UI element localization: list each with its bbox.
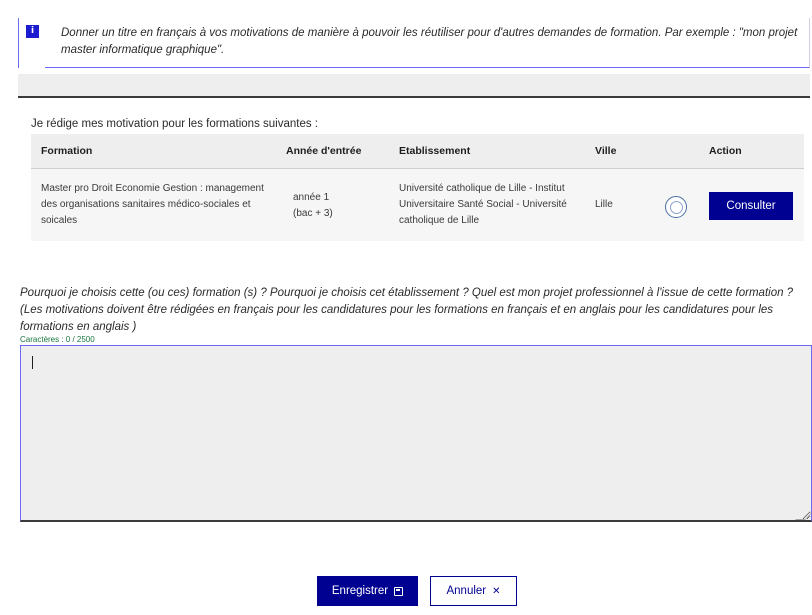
cancel-button[interactable]: Annuler ✕ — [430, 576, 517, 606]
column-header-ville: Ville — [595, 145, 617, 157]
university-seal-icon — [665, 196, 687, 218]
cell-annee: année 1 (bac + 3) — [293, 190, 383, 222]
save-icon — [394, 586, 404, 596]
info-callout-bar: i — [19, 18, 45, 68]
column-header-annee: Année d'entrée — [286, 145, 362, 157]
save-button-label: Enregistrer — [331, 585, 389, 597]
cell-annee-year: année 1 — [293, 192, 330, 203]
motivation-title-input[interactable] — [18, 74, 810, 98]
table-intro: Je rédige mes motivation pour les format… — [31, 118, 318, 130]
cell-annee-level: (bac + 3) — [293, 208, 333, 219]
text-caret — [32, 356, 33, 369]
cancel-button-label: Annuler — [446, 585, 487, 597]
cell-ville: Lille — [595, 199, 613, 210]
save-button[interactable]: Enregistrer — [317, 576, 418, 606]
info-callout: i Donner un titre en français à vos moti… — [18, 18, 810, 68]
info-text: Donner un titre en français à vos motiva… — [61, 27, 798, 56]
close-icon: ✕ — [492, 585, 501, 597]
table-row: Master pro Droit Economie Gestion : mana… — [31, 169, 804, 241]
cell-formation: Master pro Droit Economie Gestion : mana… — [41, 183, 264, 226]
motivation-textarea[interactable] — [20, 345, 812, 522]
column-header-action: Action — [709, 145, 742, 157]
info-icon: i — [26, 25, 39, 38]
column-header-formation: Formation — [41, 145, 93, 157]
cell-etablissement: Université catholique de Lille - Institu… — [399, 183, 567, 226]
consulter-button[interactable]: Consulter — [709, 192, 793, 220]
character-counter: Caractères : 0 / 2500 — [20, 335, 95, 344]
formations-table: Formation Année d'entrée Etablissement V… — [31, 134, 804, 241]
column-header-etablissement: Etablissement — [399, 145, 471, 157]
table-header: Formation Année d'entrée Etablissement V… — [31, 134, 804, 169]
motivation-question-label: Pourquoi je choisis cette (ou ces) forma… — [20, 287, 794, 333]
